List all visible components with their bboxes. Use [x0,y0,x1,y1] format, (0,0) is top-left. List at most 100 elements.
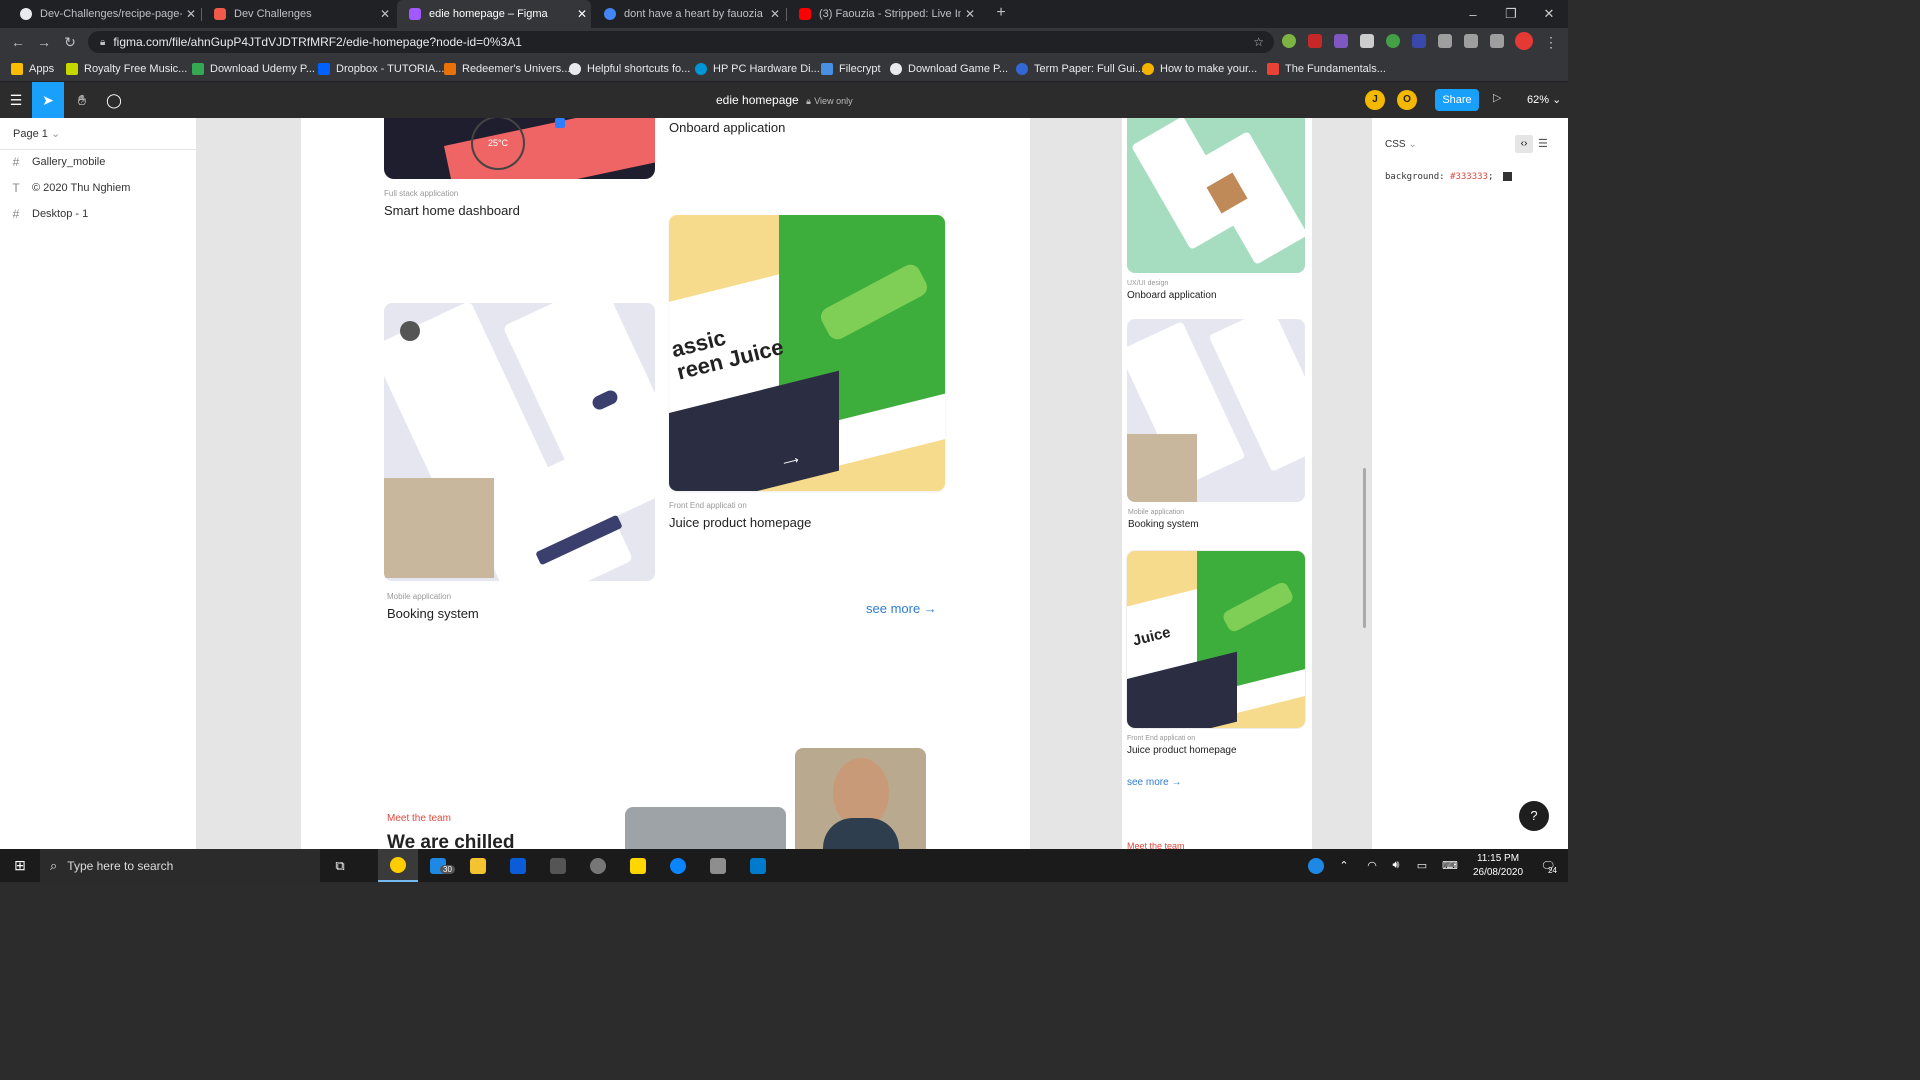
main-menu-icon[interactable]: ☰ [0,82,32,118]
bookmark-item[interactable]: Filecrypt [821,56,881,81]
bookmark-item[interactable]: Dropbox - TUTORIA... [318,56,444,81]
card-title: Booking system [387,606,479,621]
taskbar-app-explorer[interactable] [458,849,498,882]
address-bar[interactable]: 🔒︎ figma.com/file/ahnGupP4JTdVJDTRfMRF2/… [88,31,1274,53]
juice-thumbnail[interactable]: assic reen Juice ⟶ [669,215,945,491]
bookmark-item[interactable]: Download Game P... [890,56,1008,81]
task-view-icon[interactable]: ⧉ [320,849,360,882]
juice-thumbnail[interactable]: Juice [1127,551,1305,728]
extension-icon[interactable] [1334,34,1348,48]
bookmark-favicon [1016,62,1028,75]
page-selector[interactable]: Page 1 ⌄ [13,127,60,140]
clock[interactable]: 11:15 PM 26/08/2020 [1470,852,1526,880]
taskbar-app-mail[interactable]: 30 [418,849,458,882]
list-view-icon[interactable]: ☰ [1538,137,1548,150]
google-icon [604,8,616,20]
close-window-button[interactable]: ✕ [1530,0,1568,28]
bookmark-item[interactable]: Download Udemy P... [192,56,315,81]
bookmark-item[interactable]: Royalty Free Music... [66,56,187,81]
chrome-menu-icon[interactable]: ⋮ [1541,32,1561,52]
figma-canvas[interactable]: 25°C Full stack application Smart home d… [197,118,1371,849]
booking-thumbnail[interactable] [1127,319,1305,502]
mobile-frame[interactable]: UX/UI design Onboard application Mobile … [1122,118,1312,849]
puzzle-icon[interactable] [1464,34,1478,48]
back-icon[interactable]: ← [8,32,28,52]
extension-icon[interactable] [1308,34,1322,48]
bookmark-favicon [444,62,456,75]
layer-item[interactable]: # Gallery_mobile [0,149,196,175]
avatar[interactable]: O [1397,90,1417,110]
taskbar-app-store[interactable] [498,849,538,882]
smart-home-thumbnail[interactable]: 25°C [384,118,655,179]
zoom-dropdown[interactable]: 62% ⌄ [1527,93,1561,106]
desktop-frame[interactable]: 25°C Full stack application Smart home d… [301,118,1030,849]
taskbar-app-sticky[interactable] [618,849,658,882]
bookmark-item[interactable]: The Fundamentals... [1267,56,1386,81]
booking-thumbnail[interactable] [384,303,655,581]
windows-start-icon[interactable]: ⊞ [0,849,40,882]
extension-icon[interactable] [1282,34,1296,48]
see-more-link[interactable]: see more → [1127,777,1181,788]
comment-tool-icon[interactable]: ◯ [98,82,130,118]
minimize-button[interactable]: – [1454,0,1492,28]
canvas-scrollbar[interactable] [1363,468,1366,628]
bookmark-star-icon[interactable]: ☆ [1253,35,1264,49]
taskbar-app-photos[interactable] [698,849,738,882]
see-more-link[interactable]: see more → [866,601,937,616]
reload-icon[interactable]: ↻ [60,32,80,52]
layer-item[interactable]: T © 2020 Thu Nghiem [0,175,196,201]
share-button[interactable]: Share [1435,89,1479,111]
present-icon[interactable]: ▷ [1493,91,1501,104]
section-caption: Meet the team [387,813,451,824]
browser-tab[interactable]: Dev-Challenges/recipe-page-ma ✕ [8,0,200,28]
text-icon: T [12,181,20,195]
browser-tab-active[interactable]: edie homepage – Figma ✕ [397,0,591,28]
code-language-dropdown[interactable]: CSS ⌄ [1385,139,1417,150]
avatar[interactable]: J [1365,90,1385,110]
extension-icon[interactable] [1412,34,1426,48]
keyboard-icon[interactable]: ⌨︎ [1430,849,1470,882]
taskbar-app-firefox[interactable] [658,849,698,882]
url-text: figma.com/file/ahnGupP4JTdVJDTRfMRF2/edi… [113,35,522,49]
move-tool-icon[interactable]: ➤ [32,82,64,118]
bookmark-item[interactable]: Helpful shortcuts fo... [569,56,690,81]
card-caption: Front End applicati on [1127,735,1196,742]
close-tab-icon[interactable]: ✕ [766,7,784,21]
close-tab-icon[interactable]: ✕ [376,7,394,21]
extension-icon[interactable] [1386,34,1400,48]
hand-tool-icon[interactable]: ✋︎ [66,82,98,118]
new-tab-button[interactable]: + [991,4,1011,24]
browser-tab[interactable]: (3) Faouzia - Stripped: Live In ✕ [787,0,979,28]
card-caption: Mobile application [387,592,452,601]
bookmark-item[interactable]: Redeemer's Univers... [444,56,570,81]
bookmark-item[interactable]: Term Paper: Full Gui... [1016,56,1144,81]
onboard-thumbnail[interactable] [1127,118,1305,273]
color-swatch [1502,172,1512,181]
notification-icon[interactable]: 🗨︎ 24 [1528,849,1568,882]
card-title: Smart home dashboard [384,203,520,218]
bookmark-item[interactable]: HP PC Hardware Di... [695,56,820,81]
layer-item[interactable]: # Desktop - 1 [0,201,196,227]
taskbar-app[interactable] [578,849,618,882]
extension-icon[interactable] [1438,34,1452,48]
extension-icon[interactable] [1360,34,1374,48]
close-tab-icon[interactable]: ✕ [573,7,591,21]
code-view-icon[interactable]: ‹› [1515,135,1533,153]
browser-tab[interactable]: Dev Challenges ✕ [202,0,394,28]
bookmark-apps[interactable]: Apps [11,56,54,81]
reading-list-icon[interactable] [1490,34,1504,48]
close-tab-icon[interactable]: ✕ [182,7,200,21]
forward-icon[interactable]: → [34,32,54,52]
dropbox-icon [318,62,330,75]
help-button[interactable]: ? [1519,801,1549,831]
bookmark-item[interactable]: How to make your... [1142,56,1257,81]
close-tab-icon[interactable]: ✕ [961,7,979,21]
profile-avatar[interactable] [1515,32,1533,50]
taskbar-app-dropbox[interactable] [538,849,578,882]
taskbar-app-vscode[interactable] [738,849,778,882]
browser-tab[interactable]: dont have a heart by fauozia mp ✕ [592,0,784,28]
devchallenges-icon [214,8,226,20]
taskbar-app-chrome[interactable] [378,849,418,882]
taskbar-search[interactable]: ⌕ Type here to search [40,849,320,882]
maximize-button[interactable]: ❐ [1492,0,1530,28]
